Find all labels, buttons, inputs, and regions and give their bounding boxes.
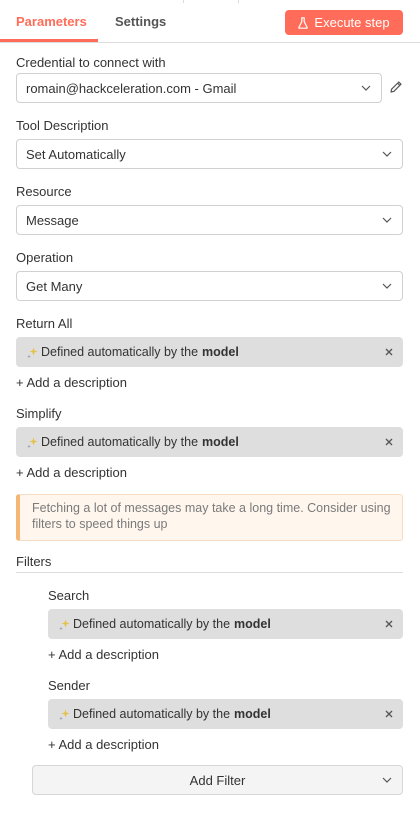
sparkle-icon: [26, 436, 39, 449]
notice-text: Fetching a lot of messages may take a lo…: [32, 501, 391, 531]
add-filter-label: Add Filter: [189, 772, 246, 788]
resource-value: Message: [26, 212, 79, 228]
chevron-down-icon: [360, 82, 372, 97]
chevron-down-icon: [381, 774, 393, 789]
resource-select[interactable]: Message: [16, 205, 403, 235]
auto-value-text: Defined automatically by the: [73, 707, 231, 721]
chevron-down-icon: [381, 148, 393, 163]
filters-label: Filters: [16, 554, 52, 569]
sparkle-icon: [58, 708, 71, 721]
auto-value-emphasis: model: [202, 345, 239, 359]
auto-value-text: Defined automatically by the: [41, 435, 199, 449]
warning-notice: Fetching a lot of messages may take a lo…: [16, 494, 403, 541]
tab-settings[interactable]: Settings: [115, 14, 166, 29]
auto-value-emphasis: model: [234, 617, 271, 631]
tab-bar: Parameters Settings Execute step: [0, 0, 420, 43]
tool-description-select[interactable]: Set Automatically: [16, 139, 403, 169]
active-tab-indicator: [0, 39, 98, 42]
chevron-down-icon: [381, 280, 393, 295]
resource-label: Resource: [16, 184, 72, 199]
execute-step-label: Execute step: [314, 15, 390, 30]
operation-select[interactable]: Get Many: [16, 271, 403, 301]
close-icon[interactable]: [384, 346, 394, 360]
add-description-link[interactable]: + Add a description: [48, 647, 159, 662]
sender-auto-field[interactable]: Defined automatically by the model: [48, 699, 403, 729]
return-all-auto-field[interactable]: Defined automatically by the model: [16, 337, 403, 367]
close-icon[interactable]: [384, 618, 394, 632]
search-auto-field[interactable]: Defined automatically by the model: [48, 609, 403, 639]
auto-value-emphasis: model: [234, 707, 271, 721]
auto-value-text: Defined automatically by the: [41, 345, 199, 359]
operation-value: Get Many: [26, 278, 83, 294]
filters-divider: [16, 572, 403, 573]
auto-value-text: Defined automatically by the: [73, 617, 231, 631]
simplify-auto-field[interactable]: Defined automatically by the model: [16, 427, 403, 457]
return-all-label: Return All: [16, 316, 73, 331]
credential-select[interactable]: romain@hackceleration.com - Gmail: [16, 73, 382, 103]
close-icon[interactable]: [384, 436, 394, 450]
simplify-label: Simplify: [16, 406, 62, 421]
add-filter-button[interactable]: Add Filter: [32, 765, 403, 795]
chevron-down-icon: [381, 214, 393, 229]
tab-parameters[interactable]: Parameters: [16, 14, 87, 29]
credential-value: romain@hackceleration.com - Gmail: [26, 80, 237, 96]
tool-description-label: Tool Description: [16, 118, 109, 133]
sparkle-icon: [26, 346, 39, 359]
add-description-link[interactable]: + Add a description: [16, 465, 127, 480]
pencil-icon[interactable]: [389, 80, 403, 97]
add-description-link[interactable]: + Add a description: [48, 737, 159, 752]
sparkle-icon: [58, 618, 71, 631]
sender-filter-label: Sender: [48, 678, 90, 693]
close-icon[interactable]: [384, 708, 394, 722]
flask-icon: [298, 16, 309, 29]
auto-value-emphasis: model: [202, 435, 239, 449]
search-filter-label: Search: [48, 588, 90, 603]
credential-label: Credential to connect with: [16, 55, 166, 70]
execute-step-button[interactable]: Execute step: [285, 10, 403, 35]
add-description-link[interactable]: + Add a description: [16, 375, 127, 390]
operation-label: Operation: [16, 250, 74, 265]
tool-description-value: Set Automatically: [26, 146, 126, 162]
